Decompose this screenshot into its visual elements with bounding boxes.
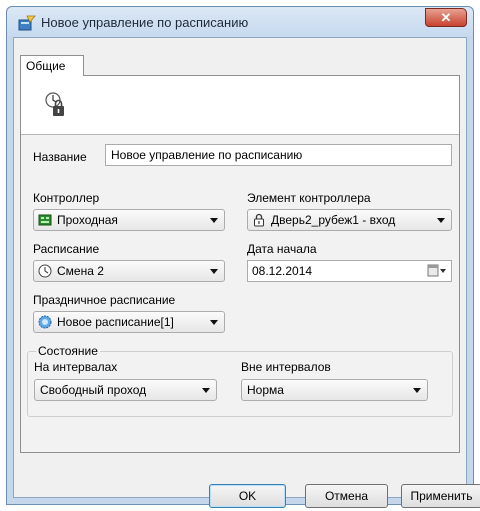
holiday-schedule-label: Праздничное расписание [33,293,176,307]
dialog-window: Новое управление по расписанию ✕ Общие Н… [6,6,480,508]
tab-general[interactable]: Общие [20,55,84,76]
controller-element-value: Дверь2_рубеж1 - вход [271,213,396,227]
apply-button[interactable]: Применить [401,484,480,508]
header-strip [21,76,459,135]
out-intervals-select[interactable]: Норма [241,379,428,401]
chevron-down-icon [437,218,445,223]
tab-panel-general: Название Новое управление по расписанию … [20,75,460,453]
state-group: Состояние На интервалах Свободный проход… [27,344,453,417]
calendar-icon[interactable] [427,264,447,278]
schedule-label: Расписание [33,242,100,256]
chevron-down-icon [413,388,421,393]
clock-lock-icon [45,92,64,116]
holiday-schedule-value: Новое расписание[1] [57,315,174,329]
window-title: Новое управление по расписанию [41,15,249,30]
in-intervals-select[interactable]: Свободный проход [34,379,217,401]
controller-icon [38,214,52,226]
cancel-button[interactable]: Отмена [305,484,388,508]
tab-general-label: Общие [26,59,66,73]
controller-value: Проходная [57,213,118,227]
dialog-client-area: Общие Название Новое управление по распи… [13,37,480,508]
controller-select[interactable]: Проходная [33,209,225,231]
chevron-down-icon [202,388,210,393]
ok-button[interactable]: OK [209,484,286,508]
chevron-down-icon [210,269,218,274]
out-intervals-label: Вне интервалов [241,360,331,374]
name-input[interactable]: Новое управление по расписанию [105,144,452,166]
chevron-down-icon [210,218,218,223]
controller-element-label: Элемент контроллера [247,191,371,205]
in-intervals-label: На интервалах [34,360,118,374]
start-date-value: 08.12.2014 [252,264,313,278]
clock-icon [38,264,52,278]
close-icon: ✕ [440,9,452,25]
holiday-schedule-select[interactable]: Новое расписание[1] [33,311,225,333]
door-lock-icon [254,213,264,227]
state-group-label: Состояние [36,344,100,358]
start-date-label: Дата начала [247,242,317,256]
schedule-select[interactable]: Смена 2 [33,260,225,282]
out-intervals-value: Норма [247,383,284,397]
holiday-schedule-icon [38,315,52,329]
name-label: Название [33,150,87,164]
controller-element-select[interactable]: Дверь2_рубеж1 - вход [247,209,452,231]
title-bar[interactable]: Новое управление по расписанию ✕ [7,7,473,37]
controller-label: Контроллер [33,191,100,205]
close-button[interactable]: ✕ [425,8,467,27]
chevron-down-icon [210,320,218,325]
start-date-picker[interactable]: 08.12.2014 [247,260,452,282]
schedule-control-icon [18,15,36,31]
schedule-value: Смена 2 [57,264,104,278]
in-intervals-value: Свободный проход [40,383,147,397]
